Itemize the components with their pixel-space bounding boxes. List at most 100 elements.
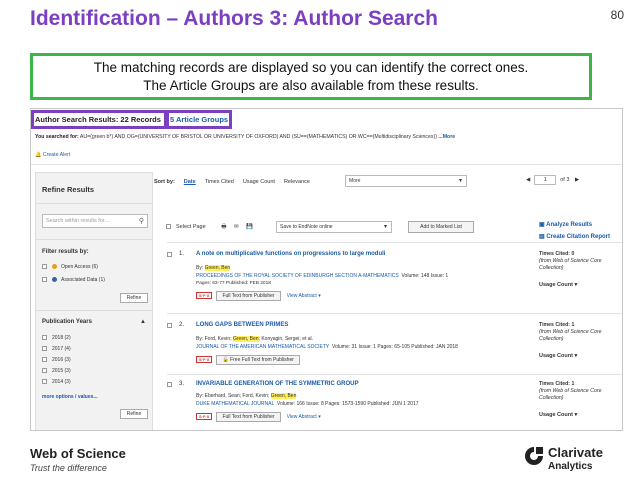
times-cited: Times Cited: 0 (from Web of Science Core … <box>539 251 619 272</box>
record-title-link[interactable]: A note on multiplicative functions on pr… <box>196 251 385 257</box>
usage-count-dropdown[interactable]: Usage Count ▾ <box>539 412 577 418</box>
record-checkbox[interactable] <box>167 382 172 387</box>
sfx-icon[interactable]: S·F·X <box>196 356 213 363</box>
email-icon[interactable]: ✉ <box>234 224 239 230</box>
analyze-results-link[interactable]: ▣ Analyze Results <box>539 221 592 228</box>
full-text-button[interactable]: Full Text from Publisher <box>216 291 281 301</box>
record-actions: S·F·X Full Text from Publisher View Abstra… <box>196 412 321 422</box>
citation-report-link[interactable]: ▤ Create Citation Report <box>539 233 610 240</box>
record-checkbox[interactable] <box>167 252 172 257</box>
sort-label: Sort by: <box>154 179 175 185</box>
create-alert-link[interactable]: 🔔 Create Alert <box>35 152 70 158</box>
searched-query: AU=(green b*) AND OG=(UNIVERSITY OF BRIS… <box>79 134 437 140</box>
times-cited-value: Times Cited: 1 <box>539 381 575 387</box>
source-title[interactable]: PROCEEDINGS OF THE ROYAL SOCIETY OF EDIN… <box>196 273 399 279</box>
record-item: 1. A note on multiplicative functions on… <box>167 251 622 313</box>
callout-line-2: The Article Groups are also available fr… <box>143 78 479 93</box>
checkbox[interactable] <box>42 357 47 363</box>
refine-title: Refine Results <box>42 185 95 194</box>
divider <box>167 313 622 314</box>
year-option[interactable]: 2018 (2) <box>42 335 71 341</box>
print-icon[interactable]: 🖶 <box>221 224 226 230</box>
record-source[interactable]: PROCEEDINGS OF THE ROYAL SOCIETY OF EDIN… <box>196 273 448 279</box>
page-input[interactable]: 1 <box>534 175 557 185</box>
article-groups-link[interactable]: 5 Article Groups <box>170 115 228 124</box>
collapse-icon[interactable]: ▲ <box>140 319 146 325</box>
save-to-select[interactable]: Save to EndNote online ▾ <box>276 221 392 233</box>
refine-sidebar: Refine Results Search within results for… <box>35 172 153 430</box>
divider <box>167 374 622 375</box>
refine-button[interactable]: Refine <box>120 293 148 303</box>
next-page-icon[interactable]: ▶ <box>575 177 579 183</box>
sfx-icon[interactable]: S·F·X <box>196 292 213 299</box>
sort-times-cited[interactable]: Times Cited <box>205 179 234 185</box>
source-details: Volume: 31 Issue: 1 Pages: 65-105 Publis… <box>332 344 458 350</box>
usage-count-dropdown[interactable]: Usage Count ▾ <box>539 282 577 288</box>
checkbox[interactable] <box>42 346 47 352</box>
search-icon[interactable]: ⚲ <box>139 217 144 225</box>
free-full-text-button[interactable]: 🔓 Free Full Text from Publisher <box>216 355 300 365</box>
record-authors: By: Ford, Kevin; Green, Ben; Konyagin, S… <box>196 336 313 342</box>
author-highlight[interactable]: Green, Ben <box>204 265 231 271</box>
select-page-checkbox[interactable] <box>166 224 171 230</box>
clarivate-logo-text: Clarivate <box>548 445 603 460</box>
cited-source: (from Web of Science Core Collection) <box>539 388 602 401</box>
checkbox[interactable] <box>42 277 47 283</box>
checkbox[interactable] <box>42 264 47 270</box>
usage-count-dropdown[interactable]: Usage Count ▾ <box>539 353 577 359</box>
select-page-label: Select Page <box>176 224 206 230</box>
sort-date[interactable]: Date <box>184 179 196 185</box>
save-to-value: Save to EndNote online <box>280 224 333 230</box>
checkbox[interactable] <box>42 379 47 385</box>
year-option[interactable]: 2015 (3) <box>42 368 71 374</box>
times-cited: Times Cited: 1 (from Web of Science Core … <box>539 381 619 402</box>
divider <box>36 310 152 311</box>
sort-bar: Sort by: Date Times Cited Usage Count Releva… <box>154 179 319 185</box>
record-number: 3. <box>179 381 185 387</box>
publication-years-heading: Publication Years <box>42 319 92 325</box>
checkbox[interactable] <box>42 335 47 341</box>
year-option[interactable]: 2017 (4) <box>42 346 71 352</box>
times-cited-value: Times Cited: 0 <box>539 251 575 257</box>
prev-page-icon[interactable]: ◀ <box>526 177 530 183</box>
sort-relevance[interactable]: Relevance <box>284 179 310 185</box>
divider <box>36 203 152 204</box>
checkbox[interactable] <box>42 368 47 374</box>
author-pre: Ford, Kevin; <box>204 336 233 342</box>
record-source[interactable]: JOURNAL OF THE AMERICAN MATHEMATICAL SOC… <box>196 344 458 350</box>
sort-more-select[interactable]: More ▾ <box>345 175 467 187</box>
wos-tagline: Trust the difference <box>30 463 107 473</box>
record-source[interactable]: DUKE MATHEMATICAL JOURNAL Volume: 166 Is… <box>196 401 419 407</box>
by-label: By: <box>196 393 205 399</box>
save-icon[interactable]: 💾 <box>246 224 253 230</box>
author-highlight[interactable]: Green, Ben <box>232 336 259 342</box>
refine-button[interactable]: Refine <box>120 409 148 419</box>
analyze-label: Analyze Results <box>546 222 593 228</box>
source-title[interactable]: JOURNAL OF THE AMERICAN MATHEMATICAL SOC… <box>196 344 329 350</box>
view-abstract-link[interactable]: View Abstract ▾ <box>287 293 321 299</box>
more-options-link[interactable]: more options / values... <box>42 394 98 400</box>
sfx-icon[interactable]: S·F·X <box>196 413 213 420</box>
filter-open-access[interactable]: Open Access (6) <box>42 264 98 270</box>
search-within-placeholder: Search within results for... <box>46 218 109 224</box>
source-details: Volume: 166 Issue: 8 Pages: 1573-1590 Pu… <box>277 401 419 407</box>
divider <box>167 242 622 243</box>
record-title-link[interactable]: LONG GAPS BETWEEN PRIMES <box>196 322 288 328</box>
record-checkbox[interactable] <box>167 323 172 328</box>
year-option[interactable]: 2014 (3) <box>42 379 71 385</box>
view-abstract-link[interactable]: View Abstract ▾ <box>287 414 321 420</box>
search-within-input[interactable]: Search within results for... ⚲ <box>42 214 148 228</box>
by-label: By: <box>196 265 205 271</box>
filter-associated-data[interactable]: Associated Data (1) <box>42 277 105 283</box>
year-option[interactable]: 2016 (3) <box>42 357 71 363</box>
full-text-button[interactable]: Full Text from Publisher <box>216 412 281 422</box>
times-cited: Times Cited: 1 (from Web of Science Core … <box>539 322 619 343</box>
source-title[interactable]: DUKE MATHEMATICAL JOURNAL <box>196 401 274 407</box>
bell-icon: 🔔 <box>35 152 42 158</box>
searched-more-link[interactable]: ...More <box>438 134 455 140</box>
record-title-link[interactable]: INVARIABLE GENERATION OF THE SYMMETRIC G… <box>196 381 358 387</box>
sort-usage-count[interactable]: Usage Count <box>243 179 275 185</box>
add-to-marked-list-button[interactable]: Add to Marked List <box>408 221 474 233</box>
callout-box: The matching records are displayed so yo… <box>30 53 592 100</box>
author-highlight[interactable]: Green, Ben <box>270 393 297 399</box>
